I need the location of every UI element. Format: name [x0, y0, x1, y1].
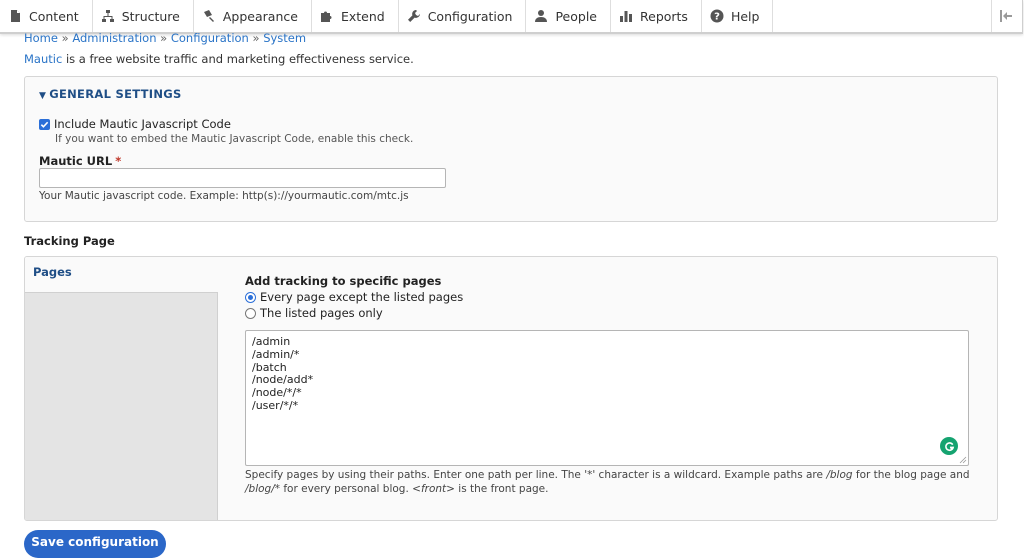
general-settings-title: GENERAL SETTINGS: [49, 87, 182, 101]
toolbar-item-extend[interactable]: Extend: [312, 0, 399, 32]
radio-row-only[interactable]: The listed pages only: [245, 306, 383, 320]
page-path-line: /admin/*: [252, 347, 300, 361]
radio-row-except[interactable]: Every page except the listed pages: [245, 290, 463, 304]
breadcrumb-administration[interactable]: Administration: [72, 31, 156, 45]
help-part: is the front page.: [454, 483, 549, 495]
help-part: Specify pages by using their paths. Ente…: [245, 469, 827, 481]
toolbar-item-label: Extend: [340, 8, 385, 24]
general-settings-fieldset: ▼ GENERAL SETTINGS Include Mautic Javascr…: [24, 76, 998, 222]
tracking-page-title: Tracking Page: [24, 234, 115, 248]
vertical-tab-pages[interactable]: Pages: [25, 257, 218, 291]
include-js-label[interactable]: Include Mautic Javascript Code: [54, 117, 231, 131]
paint-icon: [203, 10, 214, 22]
save-configuration-button[interactable]: Save configuration: [24, 530, 166, 558]
toolbar-item-label: People: [555, 8, 597, 24]
toolbar-item-label: Help: [730, 8, 760, 24]
toolbar-collapse-button[interactable]: [991, 0, 1022, 32]
help-example-path: /blog/*: [245, 483, 280, 495]
person-icon: [535, 10, 548, 22]
check-icon: [40, 121, 49, 128]
admin-toolbar: Content Structure Appearance Extend Conf…: [0, 0, 1023, 34]
pages-help-text: Specify pages by using their paths. Ente…: [245, 468, 973, 496]
toolbar-item-content[interactable]: Content: [0, 0, 93, 32]
help-front-token: <front>: [412, 483, 455, 495]
breadcrumb-separator: »: [160, 31, 168, 45]
breadcrumb-separator: »: [61, 31, 69, 45]
help-example-path: /blog: [826, 469, 853, 481]
toolbar-item-label: Content: [29, 8, 79, 24]
radio-except-listed[interactable]: [245, 291, 256, 303]
pages-textarea[interactable]: /admin /admin/* /batch /node/add* /node/…: [245, 330, 969, 466]
page-path-line: /user/*/*: [252, 398, 299, 412]
breadcrumb: Home » Administration » Configuration » …: [24, 31, 306, 45]
mautic-url-input[interactable]: [39, 168, 446, 188]
resize-handle-icon[interactable]: [959, 456, 967, 464]
page-path-line: /admin: [252, 335, 291, 348]
include-js-checkbox[interactable]: [39, 118, 50, 130]
bar-chart-icon: [620, 11, 632, 22]
required-mark: *: [115, 154, 122, 168]
mautic-link[interactable]: Mautic: [24, 52, 62, 66]
intro-text: Mautic is a free website traffic and mar…: [24, 52, 414, 66]
radio-listed-only[interactable]: [245, 307, 256, 319]
puzzle-icon: [320, 11, 332, 22]
radio-label[interactable]: Every page except the listed pages: [260, 290, 463, 304]
mautic-url-label: Mautic URL *: [39, 154, 121, 168]
svg-text:?: ?: [714, 12, 720, 23]
toolbar-item-reports[interactable]: Reports: [611, 0, 702, 32]
help-icon: ?: [710, 9, 724, 23]
tracking-page-fieldset: Pages Add tracking to specific pages Eve…: [24, 256, 998, 521]
general-settings-toggle[interactable]: ▼ GENERAL SETTINGS: [39, 87, 182, 101]
grammarly-button[interactable]: [940, 437, 958, 455]
toolbar-item-label: Structure: [121, 8, 180, 24]
pages-textarea-content: /admin /admin/* /batch /node/add* /node/…: [252, 335, 313, 413]
caret-down-icon: ▼: [39, 91, 47, 101]
document-icon: [11, 10, 20, 22]
collapse-icon: [1000, 10, 1012, 22]
help-part: for the blog page and: [852, 469, 970, 481]
breadcrumb-system[interactable]: System: [263, 31, 306, 45]
mautic-url-label-text: Mautic URL: [39, 154, 113, 168]
toolbar-item-configuration[interactable]: Configuration: [399, 0, 527, 32]
breadcrumb-configuration[interactable]: Configuration: [171, 31, 249, 45]
include-js-description: If you want to embed the Mautic Javascri…: [55, 133, 414, 145]
toolbar-item-structure[interactable]: Structure: [93, 0, 194, 32]
breadcrumb-separator: »: [252, 31, 260, 45]
intro-description: is a free website traffic and marketing …: [62, 52, 414, 66]
help-part: for every personal blog.: [280, 483, 413, 495]
vertical-tabs-background: [25, 292, 218, 520]
structure-icon: [101, 10, 114, 22]
vertical-tab-label: Pages: [33, 265, 72, 279]
include-js-row: Include Mautic Javascript Code: [39, 117, 231, 131]
radio-label[interactable]: The listed pages only: [260, 306, 383, 320]
toolbar-item-people[interactable]: People: [526, 0, 611, 32]
toolbar-item-label: Reports: [640, 8, 688, 24]
toolbar-item-appearance[interactable]: Appearance: [194, 0, 312, 32]
grammarly-icon: [944, 441, 954, 451]
toolbar-item-help[interactable]: ? Help: [702, 0, 774, 32]
pages-pane-title: Add tracking to specific pages: [245, 274, 442, 288]
mautic-url-description: Your Mautic javascript code. Example: ht…: [39, 190, 409, 202]
toolbar-item-label: Appearance: [222, 8, 298, 24]
breadcrumb-home[interactable]: Home: [24, 31, 58, 45]
toolbar-item-label: Configuration: [427, 8, 513, 24]
wrench-icon: [407, 10, 420, 22]
